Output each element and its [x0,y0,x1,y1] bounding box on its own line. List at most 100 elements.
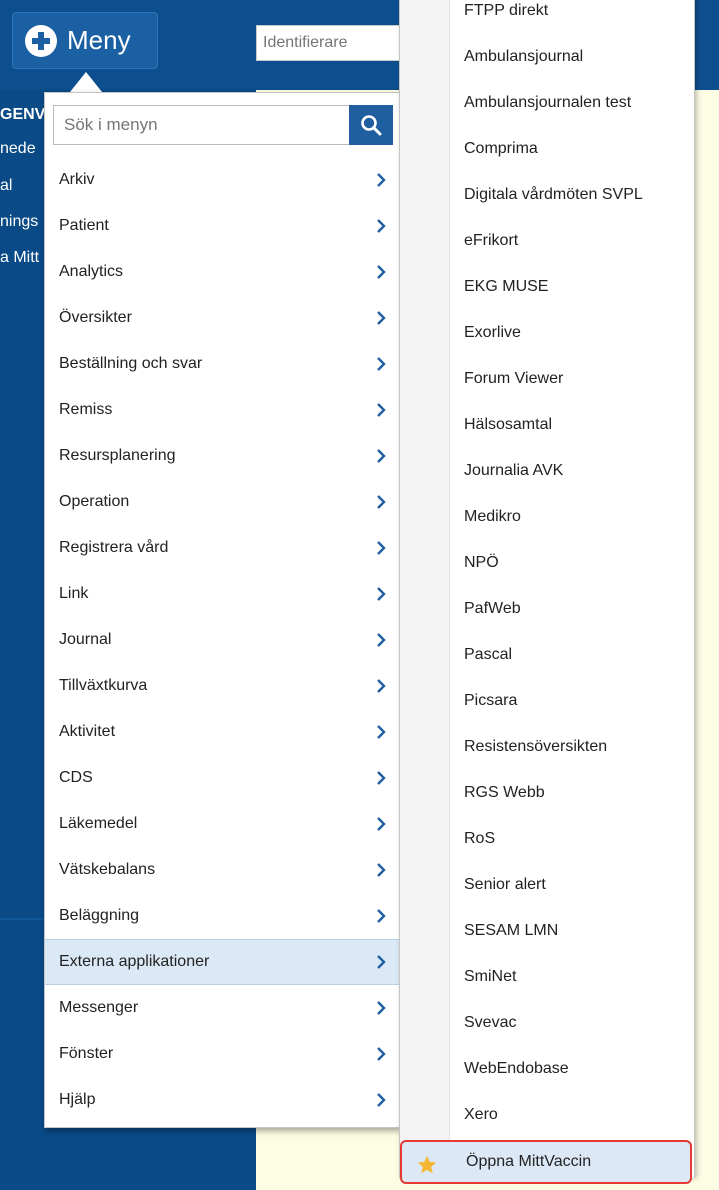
main-menu-list: Arkiv Patient Analytics Översikter Beställni… [45,157,399,1123]
left-panel-item[interactable]: nings [0,213,38,231]
submenu-item-medikro[interactable]: Medikro [400,494,694,540]
menu-button[interactable]: Meny [12,12,158,69]
submenu-list: FTPP direkt Ambulansjournal Ambulansjourna… [400,0,694,1184]
submenu-item-rgs-webb[interactable]: RGS Webb [400,770,694,816]
identifier-input[interactable] [256,25,402,61]
submenu-item-webendobase[interactable]: WebEndobase [400,1046,694,1092]
menu-item-label: Aktivitet [59,723,116,740]
menu-item-messenger[interactable]: Messenger [45,985,399,1031]
submenu-item-label: Picsara [464,692,518,709]
search-button[interactable] [349,105,393,145]
submenu-item-resistensoversikten[interactable]: Resistensöversikten [400,724,694,770]
submenu-item-sminet[interactable]: SmiNet [400,954,694,1000]
menu-item-label: Analytics [59,263,124,280]
submenu-item-comprima[interactable]: Comprima [400,126,694,172]
submenu-item-label: NPÖ [464,554,499,571]
menu-item-label: Fönster [59,1045,114,1062]
search-icon [361,115,382,136]
chevron-right-icon [377,449,386,463]
submenu-item-label: eFrikort [464,232,519,249]
submenu-item-digitala-vardmoten-svpl[interactable]: Digitala vårdmöten SVPL [400,172,694,218]
chevron-right-icon [377,357,386,371]
menu-search [53,105,393,145]
menu-item-label: Externa applikationer [59,953,210,970]
menu-item-oversikter[interactable]: Översikter [45,295,399,341]
menu-item-resursplanering[interactable]: Resursplanering [45,433,399,479]
menu-item-aktivitet[interactable]: Aktivitet [45,709,399,755]
submenu-item-efrikort[interactable]: eFrikort [400,218,694,264]
menu-item-patient[interactable]: Patient [45,203,399,249]
chevron-right-icon [377,1001,386,1015]
submenu-item-exorlive[interactable]: Exorlive [400,310,694,356]
menu-item-label: CDS [59,769,93,786]
menu-item-analytics[interactable]: Analytics [45,249,399,295]
chevron-right-icon [377,1047,386,1061]
chevron-right-icon [377,1093,386,1107]
menu-search-input[interactable] [53,105,349,145]
submenu-item-label: Ambulansjournalen test [464,94,632,111]
menu-item-label: Arkiv [59,171,95,188]
menu-item-bestallning-och-svar[interactable]: Beställning och svar [45,341,399,387]
menu-item-hjalp[interactable]: Hjälp [45,1077,399,1123]
submenu-item-label: Svevac [464,1014,517,1031]
left-panel-item[interactable]: nede [0,140,36,158]
submenu-item-label: PafWeb [464,600,521,617]
submenu-item-label: Xero [464,1106,498,1123]
chevron-right-icon [377,909,386,923]
submenu-item-picsara[interactable]: Picsara [400,678,694,724]
menu-item-operation[interactable]: Operation [45,479,399,525]
submenu-item-ambulansjournalen-test[interactable]: Ambulansjournalen test [400,80,694,126]
menu-item-label: Tillväxtkurva [59,677,148,694]
submenu-item-svevac[interactable]: Svevac [400,1000,694,1046]
submenu-item-label: Hälsosamtal [464,416,553,433]
chevron-right-icon [377,587,386,601]
menu-item-journal[interactable]: Journal [45,617,399,663]
menu-item-lakemedel[interactable]: Läkemedel [45,801,399,847]
menu-item-fonster[interactable]: Fönster [45,1031,399,1077]
menu-item-label: Operation [59,493,130,510]
submenu-item-ros[interactable]: RoS [400,816,694,862]
chevron-right-icon [377,863,386,877]
menu-item-cds[interactable]: CDS [45,755,399,801]
menu-item-belaggning[interactable]: Beläggning [45,893,399,939]
star-icon[interactable] [416,1154,438,1176]
submenu-item-senior-alert[interactable]: Senior alert [400,862,694,908]
submenu-item-forum-viewer[interactable]: Forum Viewer [400,356,694,402]
menu-item-link[interactable]: Link [45,571,399,617]
submenu-item-pascal[interactable]: Pascal [400,632,694,678]
chevron-right-icon [377,817,386,831]
menu-caret [70,72,102,92]
submenu-item-label: WebEndobase [464,1060,569,1077]
chevron-right-icon [377,265,386,279]
submenu-item-pafweb[interactable]: PafWeb [400,586,694,632]
menu-item-label: Beläggning [59,907,140,924]
menu-item-remiss[interactable]: Remiss [45,387,399,433]
menu-item-label: Vätskebalans [59,861,156,878]
menu-item-label: Link [59,585,89,602]
menu-item-arkiv[interactable]: Arkiv [45,157,399,203]
submenu-item-xero[interactable]: Xero [400,1092,694,1138]
submenu-item-label: EKG MUSE [464,278,549,295]
menu-item-registrera-vard[interactable]: Registrera vård [45,525,399,571]
chevron-right-icon [377,311,386,325]
submenu-item-label: FTPP direkt [464,2,549,19]
plus-circle-icon [25,24,57,57]
menu-item-vatskebalans[interactable]: Vätskebalans [45,847,399,893]
submenu-item-ambulansjournal[interactable]: Ambulansjournal [400,34,694,80]
submenu-item-label: Ambulansjournal [464,48,584,65]
submenu-item-label: Comprima [464,140,538,157]
submenu-item-npo[interactable]: NPÖ [400,540,694,586]
submenu-item-halsosamtal[interactable]: Hälsosamtal [400,402,694,448]
submenu-item-label: Journalia AVK [464,462,564,479]
left-panel-item[interactable]: a Mitt [0,249,39,267]
menu-item-externa-applikationer[interactable]: Externa applikationer [45,939,399,985]
submenu-item-sesam-lmn[interactable]: SESAM LMN [400,908,694,954]
left-panel-item[interactable]: al [0,177,12,195]
chevron-right-icon [377,955,386,969]
menu-item-label: Resursplanering [59,447,176,464]
submenu-item-ftpp-direkt[interactable]: FTPP direkt [400,0,694,34]
menu-item-tillvaxtkurva[interactable]: Tillväxtkurva [45,663,399,709]
submenu-item-ekg-muse[interactable]: EKG MUSE [400,264,694,310]
submenu-item-oppna-mittvaccin[interactable]: Öppna MittVaccin [400,1140,692,1184]
submenu-item-journalia-avk[interactable]: Journalia AVK [400,448,694,494]
